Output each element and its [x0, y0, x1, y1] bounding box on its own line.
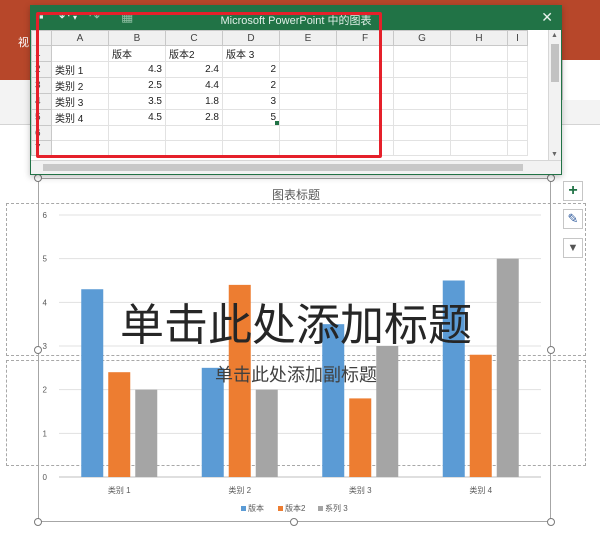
chart-title[interactable]: 图表标题 [272, 188, 320, 202]
close-icon[interactable]: ✕ [541, 9, 553, 26]
scroll-down-icon[interactable]: ▼ [551, 151, 558, 158]
cell[interactable] [507, 93, 528, 110]
cell[interactable] [393, 77, 451, 94]
bar[interactable] [81, 289, 104, 477]
cell[interactable] [450, 140, 508, 156]
powerpoint-window: 视 图 0123456类别 1类别 2类别 3类别 4图表标题版本版本2系列 3… [0, 0, 600, 539]
column-header[interactable]: I [507, 30, 528, 46]
vertical-scrollbar[interactable]: ▲ ▼ [548, 30, 561, 160]
y-tick-label: 6 [43, 211, 48, 220]
cell[interactable] [393, 45, 451, 62]
horizontal-scroll-thumb[interactable] [43, 164, 523, 171]
horizontal-scrollbar[interactable] [31, 160, 561, 174]
cell[interactable] [393, 61, 451, 78]
cell[interactable] [507, 45, 528, 62]
chart-elements-button[interactable]: + [563, 181, 583, 201]
cell[interactable] [393, 125, 451, 141]
y-tick-label: 1 [43, 429, 48, 438]
cell[interactable] [450, 45, 508, 62]
bar[interactable] [496, 258, 519, 477]
cell[interactable] [450, 61, 508, 78]
cell[interactable] [507, 109, 528, 126]
bar[interactable] [376, 346, 399, 477]
cell[interactable] [507, 77, 528, 94]
bar[interactable] [135, 389, 158, 477]
x-tick-label: 类别 1 [108, 485, 131, 495]
column-header[interactable]: G [393, 30, 451, 46]
chart-filters-button[interactable]: ▼ [563, 238, 583, 258]
cell[interactable] [507, 140, 528, 156]
legend-label: 版本2 [285, 503, 306, 513]
y-tick-label: 0 [43, 473, 48, 482]
column-header[interactable]: H [450, 30, 508, 46]
filter-icon: ▼ [567, 242, 579, 254]
legend-swatch [278, 506, 283, 511]
plus-icon: + [568, 182, 578, 199]
y-tick-label: 4 [43, 298, 48, 307]
cell[interactable] [450, 125, 508, 141]
x-tick-label: 类别 3 [349, 485, 372, 495]
bar[interactable] [469, 354, 492, 477]
cell[interactable] [450, 77, 508, 94]
x-tick-label: 类别 2 [228, 485, 251, 495]
bar[interactable] [255, 389, 278, 477]
cell[interactable] [393, 109, 451, 126]
bar[interactable] [108, 372, 131, 477]
scroll-up-icon[interactable]: ▲ [551, 32, 558, 39]
x-tick-label: 类别 4 [469, 485, 492, 495]
legend-label: 版本 [248, 503, 264, 513]
vertical-scroll-thumb[interactable] [551, 44, 559, 82]
cell[interactable] [450, 93, 508, 110]
title-placeholder-text[interactable]: 单击此处添加标题 [120, 300, 472, 351]
red-highlight-annotation [36, 12, 382, 158]
y-tick-label: 2 [43, 386, 48, 395]
legend-swatch [241, 506, 246, 511]
cell[interactable] [393, 140, 451, 156]
bar[interactable] [349, 398, 372, 477]
cell[interactable] [507, 125, 528, 141]
y-tick-label: 3 [43, 342, 48, 351]
brush-icon: ✎ [567, 211, 579, 226]
legend-swatch [318, 506, 323, 511]
cell[interactable] [450, 109, 508, 126]
y-tick-label: 5 [43, 255, 48, 264]
subtitle-placeholder-text[interactable]: 单击此处添加副标题 [215, 365, 377, 386]
cell[interactable] [507, 61, 528, 78]
legend-label: 系列 3 [325, 503, 348, 513]
cell[interactable] [393, 93, 451, 110]
chart-styles-button[interactable]: ✎ [563, 209, 583, 229]
